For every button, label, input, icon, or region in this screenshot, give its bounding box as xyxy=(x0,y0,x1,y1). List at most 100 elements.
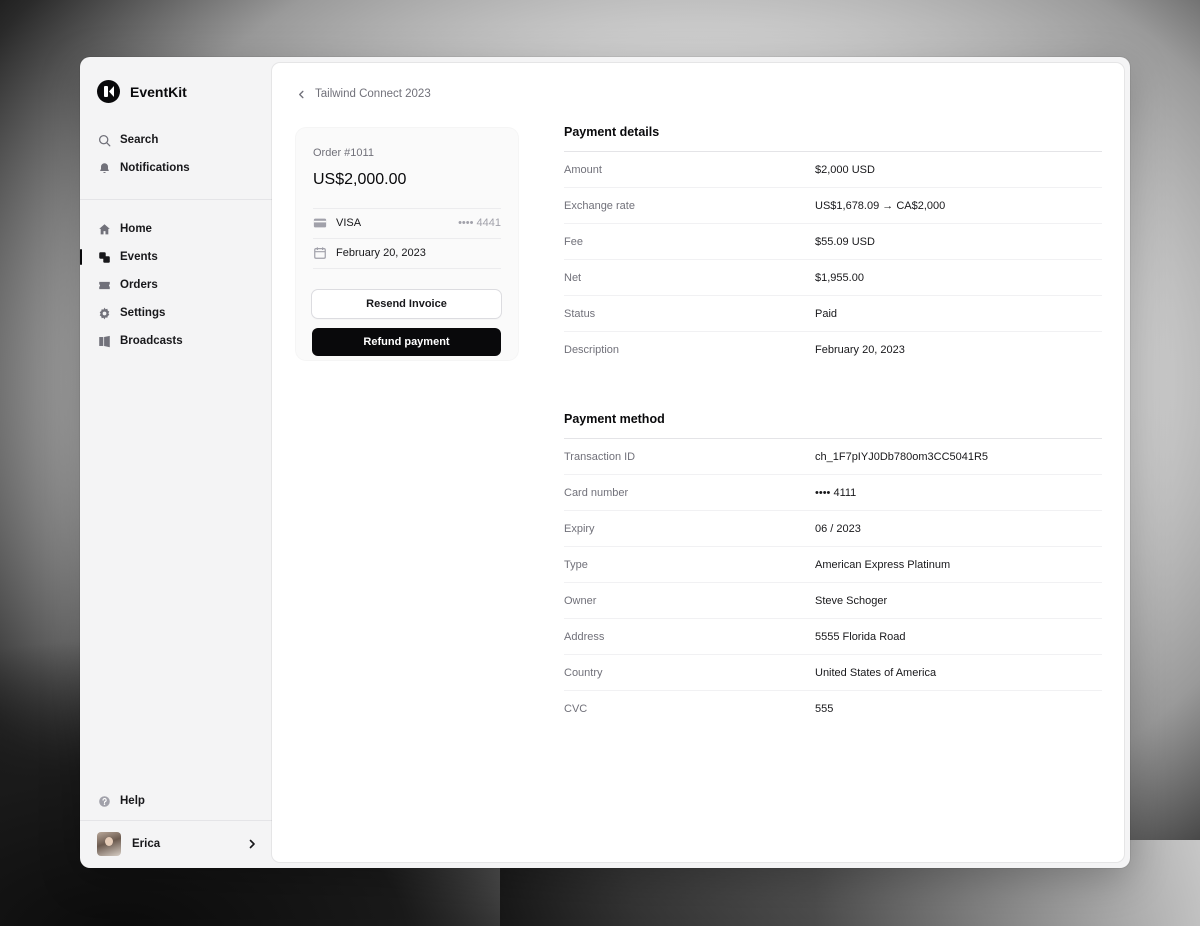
detail-row: Country United States of America xyxy=(564,655,1102,691)
sidebar-top-nav: Search Notifications xyxy=(80,126,272,182)
breadcrumb[interactable]: Tailwind Connect 2023 xyxy=(297,88,431,100)
detail-row: Status Paid xyxy=(564,296,1102,332)
detail-value: $2,000 USD xyxy=(815,163,875,176)
detail-row: Type American Express Platinum xyxy=(564,547,1102,583)
sidebar-divider-bottom xyxy=(80,820,272,821)
card-info-row: VISA •••• 4441 xyxy=(313,214,501,232)
order-number: Order #1011 xyxy=(313,147,374,159)
detail-label: Exchange rate xyxy=(564,199,635,212)
detail-row: Description February 20, 2023 xyxy=(564,332,1102,368)
sidebar-item-broadcasts[interactable]: Broadcasts xyxy=(80,327,272,355)
search-icon xyxy=(98,134,111,146)
divider xyxy=(313,268,501,269)
sidebar-help-nav: Help xyxy=(80,787,272,815)
refund-payment-button[interactable]: Refund payment xyxy=(312,328,501,356)
credit-card-icon xyxy=(313,218,327,228)
detail-row: Card number •••• 4111 xyxy=(564,475,1102,511)
order-amount: US$2,000.00 xyxy=(313,171,407,188)
order-summary-card: Order #1011 US$2,000.00 VISA •••• 4441 F… xyxy=(296,128,518,360)
user-name: Erica xyxy=(132,838,161,850)
megaphone-icon xyxy=(99,335,110,347)
divider xyxy=(313,208,501,209)
sidebar-item-label: Broadcasts xyxy=(120,335,183,347)
detail-row: Owner Steve Schoger xyxy=(564,583,1102,619)
gear-icon xyxy=(99,307,110,319)
sidebar-item-settings[interactable]: Settings xyxy=(80,299,272,327)
detail-value: 5555 Florida Road xyxy=(815,630,906,643)
detail-label: Owner xyxy=(564,594,597,607)
detail-value: Paid xyxy=(815,307,838,320)
brand[interactable]: EventKit xyxy=(97,80,187,103)
sidebar-item-label: Help xyxy=(120,795,145,807)
payment-method-section: Payment method Transaction ID ch_1F7pIYJ0… xyxy=(564,412,1102,727)
sidebar-item-orders[interactable]: Orders xyxy=(80,271,272,299)
sidebar-item-notifications[interactable]: Notifications xyxy=(80,154,272,182)
brand-name: EventKit xyxy=(130,83,187,100)
detail-row: Address 5555 Florida Road xyxy=(564,619,1102,655)
main-panel: Tailwind Connect 2023 Order #1011 US$2,0… xyxy=(272,63,1124,862)
detail-row: Net $1,955.00 xyxy=(564,260,1102,296)
events-icon xyxy=(99,251,110,263)
detail-row: Expiry 06 / 2023 xyxy=(564,511,1102,547)
user-menu[interactable]: Erica xyxy=(97,832,257,856)
detail-value: American Express Platinum xyxy=(815,558,951,571)
eventkit-logo-icon xyxy=(97,80,120,103)
detail-row: Transaction ID ch_1F7pIYJ0Db780om3CC5041R… xyxy=(564,439,1102,475)
sidebar-item-label: Orders xyxy=(120,279,158,291)
sidebar-item-label: Events xyxy=(120,251,158,263)
section-title: Payment method xyxy=(564,412,665,426)
resend-invoice-button[interactable]: Resend Invoice xyxy=(312,290,501,318)
help-icon xyxy=(99,795,110,807)
detail-value: 555 xyxy=(815,703,834,715)
detail-value: •••• 4111 xyxy=(815,486,857,499)
bell-icon xyxy=(100,162,109,173)
detail-label: Address xyxy=(564,630,605,643)
sidebar-item-home[interactable]: Home xyxy=(80,215,272,243)
sidebar-item-events[interactable]: Events xyxy=(80,243,272,271)
detail-value: US$1,678.09 → CA$2,000 xyxy=(815,199,946,212)
detail-value: ch_1F7pIYJ0Db780om3CC5041R5 xyxy=(815,450,989,463)
divider xyxy=(313,238,501,239)
sidebar: EventKit Search Notifications Home Event… xyxy=(80,57,272,868)
detail-row: Fee $55.09 USD xyxy=(564,224,1102,260)
payment-details-section: Payment details Amount $2,000 USD Exchang… xyxy=(564,125,1102,368)
detail-label: Type xyxy=(564,558,588,571)
detail-row: CVC 555 xyxy=(564,691,1102,727)
order-date: February 20, 2023 xyxy=(336,247,426,259)
detail-value: $55.09 USD xyxy=(815,235,875,248)
detail-label: Transaction ID xyxy=(564,450,636,463)
sidebar-main-nav: Home Events Orders Settings Broadcasts xyxy=(80,215,272,355)
detail-row: Exchange rate US$1,678.09 → CA$2,000 xyxy=(564,188,1102,224)
detail-value: 06 / 2023 xyxy=(815,522,861,535)
card-brand: VISA xyxy=(336,217,362,229)
detail-label: Card number xyxy=(564,486,629,499)
sidebar-item-label: Search xyxy=(120,134,159,146)
sidebar-item-label: Home xyxy=(120,223,152,235)
detail-label: Fee xyxy=(564,235,583,248)
card-masked-number: •••• 4441 xyxy=(458,217,501,229)
breadcrumb-label: Tailwind Connect 2023 xyxy=(315,88,431,100)
avatar xyxy=(97,832,121,856)
sidebar-item-label: Settings xyxy=(120,307,166,319)
calendar-icon xyxy=(314,247,326,259)
detail-value: February 20, 2023 xyxy=(815,344,905,356)
detail-value: $1,955.00 xyxy=(815,271,864,284)
detail-label: Country xyxy=(564,666,603,679)
detail-label: Status xyxy=(564,307,596,320)
detail-label: Expiry xyxy=(564,522,595,535)
detail-value: Steve Schoger xyxy=(815,594,888,607)
payment-method-list: Transaction ID ch_1F7pIYJ0Db780om3CC5041R… xyxy=(564,438,1102,727)
detail-label: Amount xyxy=(564,163,602,176)
payment-details-list: Amount $2,000 USD Exchange rate US$1,678.0… xyxy=(564,151,1102,368)
sidebar-item-help[interactable]: Help xyxy=(80,787,272,815)
chevron-right-icon xyxy=(249,839,255,849)
detail-row: Amount $2,000 USD xyxy=(564,152,1102,188)
ticket-icon xyxy=(99,281,110,289)
chevron-left-icon xyxy=(299,90,304,98)
detail-label: CVC xyxy=(564,703,588,715)
detail-label: Description xyxy=(564,344,620,356)
sidebar-item-search[interactable]: Search xyxy=(80,126,272,154)
section-title: Payment details xyxy=(564,125,660,139)
detail-value: United States of America xyxy=(815,666,937,679)
home-icon xyxy=(99,223,110,234)
